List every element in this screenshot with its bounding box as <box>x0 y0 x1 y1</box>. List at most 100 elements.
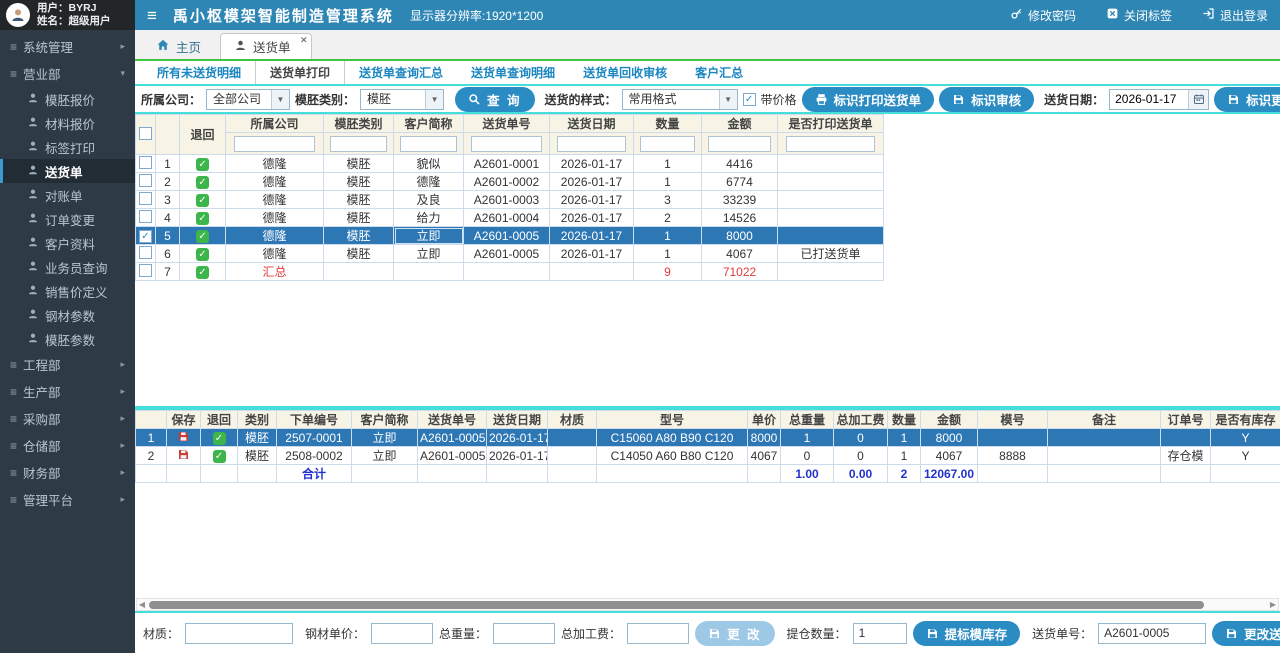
column-header[interactable]: 数量 <box>888 411 921 429</box>
column-filter-input[interactable] <box>400 136 457 152</box>
column-header[interactable]: 总加工费 <box>834 411 888 429</box>
chevron-down-icon[interactable]: ▼ <box>271 90 289 109</box>
column-header[interactable]: 送货单号 <box>418 411 487 429</box>
sidebar-subitem-4[interactable]: 送货单 <box>0 159 135 183</box>
chevron-down-icon[interactable]: ▼ <box>425 90 443 109</box>
table-row[interactable]: 3✓德隆模胚及良A2601-00032026-01-17333239 <box>136 191 884 209</box>
back-status-cell[interactable]: ✓ <box>180 155 226 173</box>
tab-2[interactable]: 送货单✕ <box>220 33 312 59</box>
delivery-date-input[interactable] <box>1110 90 1188 109</box>
row-checkbox-cell[interactable] <box>136 173 156 191</box>
select-all-checkbox-cell[interactable] <box>136 115 156 155</box>
column-header[interactable]: 模胚类别 <box>324 115 394 133</box>
sidebar-subitem-1[interactable]: 模胚报价 <box>0 87 135 111</box>
row-checkbox[interactable] <box>139 156 152 169</box>
table-row[interactable]: 1✓德隆模胚貌似A2601-00012026-01-1714416 <box>136 155 884 173</box>
column-header[interactable]: 送货日期 <box>550 115 634 133</box>
sidebar-item-7[interactable]: ≡财务部▸ <box>0 459 135 486</box>
sidebar-subitem-8[interactable]: 业务员查询 <box>0 255 135 279</box>
table-row[interactable]: 6✓德隆模胚立即A2601-00052026-01-1714067已打送货单 <box>136 245 884 263</box>
table-row[interactable]: ✓5✓德隆模胚立即A2601-00052026-01-1718000 <box>136 227 884 245</box>
sidebar-item-3[interactable]: ≡工程部▸ <box>0 351 135 378</box>
sidebar-subitem-6[interactable]: 订单变更 <box>0 207 135 231</box>
back-status-cell[interactable]: ✓ <box>180 227 226 245</box>
change-delivery-no-button[interactable]: 更改送货单号 <box>1212 621 1280 646</box>
column-header[interactable]: 退回 <box>201 411 238 429</box>
mark-print-delivery-button[interactable]: 标识打印送货单 <box>802 87 935 112</box>
save-cell[interactable] <box>167 465 201 483</box>
search-button[interactable]: 查 询 <box>455 87 534 112</box>
column-header[interactable]: 客户简称 <box>394 115 464 133</box>
column-header[interactable]: 是否打印送货单 <box>778 115 884 133</box>
column-header[interactable]: 保存 <box>167 411 201 429</box>
style-select[interactable]: 常用格式 ▼ <box>622 89 738 110</box>
close-tabs-button[interactable]: 关闭标签 <box>1106 7 1172 24</box>
back-status-cell[interactable]: ✓ <box>180 245 226 263</box>
column-header[interactable]: 下单编号 <box>277 411 352 429</box>
back-status-cell[interactable]: ✓ <box>180 263 226 281</box>
sidebar-item-5[interactable]: ≡采购部▸ <box>0 405 135 432</box>
column-header[interactable]: 订单号 <box>1161 411 1211 429</box>
sidebar-subitem-3[interactable]: 标签打印 <box>0 135 135 159</box>
change-button[interactable]: 更 改 <box>695 621 774 646</box>
column-header[interactable]: 金额 <box>921 411 978 429</box>
calendar-icon[interactable] <box>1188 90 1208 109</box>
table-row[interactable]: 2✓德隆模胚德隆A2601-00022026-01-1716774 <box>136 173 884 191</box>
row-checkbox-cell[interactable] <box>136 263 156 281</box>
save-floppy-icon[interactable] <box>177 450 190 464</box>
table-row[interactable]: 2✓模胚2508-0002立即A2601-00052026-01-17C1405… <box>136 447 1280 465</box>
row-checkbox-cell[interactable] <box>136 209 156 227</box>
sidebar-subitem-11[interactable]: 模胚参数 <box>0 327 135 351</box>
approved-check-icon[interactable]: ✓ <box>196 230 209 243</box>
column-header[interactable]: 总重量 <box>781 411 834 429</box>
column-header[interactable]: 送货单号 <box>464 115 550 133</box>
sidebar-subitem-9[interactable]: 销售价定义 <box>0 279 135 303</box>
company-select[interactable]: 全部公司 ▼ <box>206 89 290 110</box>
column-filter-input[interactable] <box>708 136 770 152</box>
mark-change-date-button[interactable]: 标识更改送货日期 <box>1214 87 1280 112</box>
column-filter-input[interactable] <box>640 136 695 152</box>
chevron-down-icon[interactable]: ▼ <box>719 90 737 109</box>
row-checkbox[interactable] <box>139 192 152 205</box>
total-fee-input[interactable] <box>627 623 689 644</box>
sidebar-item-8[interactable]: ≡管理平台▸ <box>0 486 135 513</box>
column-header[interactable]: 所属公司 <box>226 115 324 133</box>
back-status-cell[interactable]: ✓ <box>180 191 226 209</box>
material-input[interactable] <box>185 623 293 644</box>
approved-check-icon[interactable]: ✓ <box>213 450 226 463</box>
subtab-5[interactable]: 送货单回收审核 <box>569 61 681 84</box>
column-filter-input[interactable] <box>557 136 627 152</box>
approved-check-icon[interactable]: ✓ <box>196 248 209 261</box>
row-checkbox-cell[interactable] <box>136 155 156 173</box>
sidebar-item-4[interactable]: ≡生产部▸ <box>0 378 135 405</box>
back-status-cell[interactable]: ✓ <box>180 209 226 227</box>
sidebar-item-1[interactable]: ≡系统管理▸ <box>0 33 135 60</box>
column-filter-input[interactable] <box>471 136 542 152</box>
column-header[interactable]: 单价 <box>748 411 781 429</box>
close-icon[interactable]: ✕ <box>300 35 308 46</box>
row-checkbox[interactable] <box>139 246 152 259</box>
approved-check-icon[interactable]: ✓ <box>196 212 209 225</box>
back-status-cell[interactable]: ✓ <box>201 429 238 447</box>
sidebar-item-6[interactable]: ≡仓储部▸ <box>0 432 135 459</box>
column-filter-input[interactable] <box>786 136 875 152</box>
row-checkbox[interactable] <box>139 210 152 223</box>
column-header[interactable]: 金额 <box>702 115 778 133</box>
column-header[interactable]: 型号 <box>597 411 748 429</box>
menu-toggle-icon[interactable]: ≡ <box>147 7 157 24</box>
total-weight-input[interactable] <box>493 623 555 644</box>
mark-mold-stock-button[interactable]: 提标模库存 <box>913 621 1021 646</box>
save-cell[interactable] <box>167 429 201 447</box>
column-filter-input[interactable] <box>330 136 387 152</box>
row-checkbox[interactable]: ✓ <box>139 230 152 243</box>
column-header[interactable]: 材质 <box>548 411 597 429</box>
approved-check-icon[interactable]: ✓ <box>196 176 209 189</box>
subtab-4[interactable]: 送货单查询明细 <box>457 61 569 84</box>
back-status-cell[interactable]: ✓ <box>201 447 238 465</box>
sidebar-subitem-7[interactable]: 客户资料 <box>0 231 135 255</box>
column-header[interactable]: 数量 <box>634 115 702 133</box>
mark-audit-button[interactable]: 标识审核 <box>939 87 1034 112</box>
row-checkbox[interactable] <box>139 264 152 277</box>
tab-1[interactable]: 主页 <box>143 33 214 59</box>
row-checkbox-cell[interactable]: ✓ <box>136 227 156 245</box>
